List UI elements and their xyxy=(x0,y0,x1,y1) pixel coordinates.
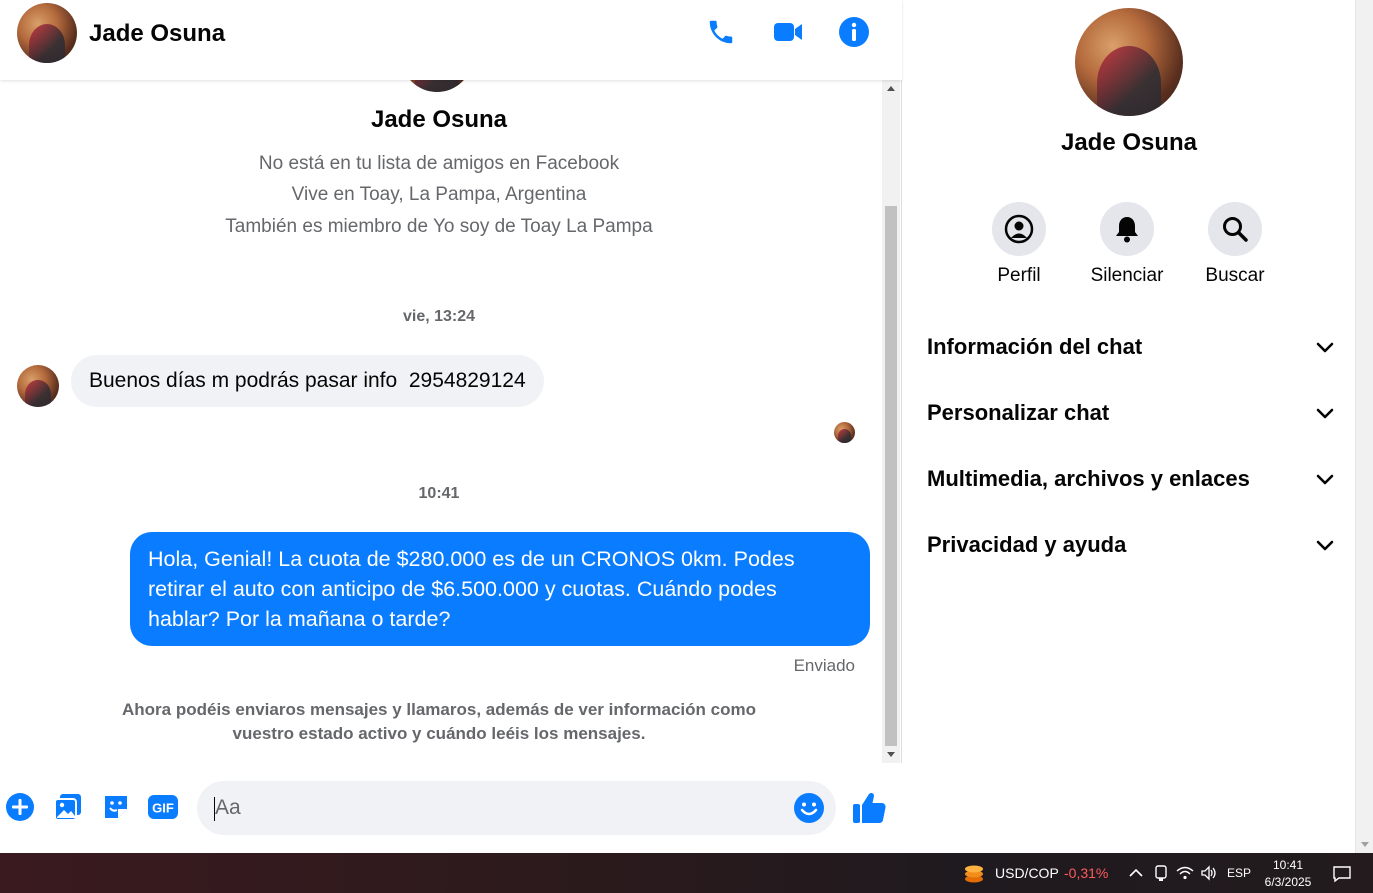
chat-header: Jade Osuna xyxy=(0,0,902,80)
message-input-container[interactable] xyxy=(197,781,836,835)
chevron-down-icon xyxy=(1316,408,1334,419)
message-composer: GIF xyxy=(0,763,902,853)
input-language[interactable]: ESP xyxy=(1227,866,1251,880)
mute-button-circle[interactable] xyxy=(1100,202,1154,256)
profile-button[interactable]: Perfil xyxy=(974,202,1064,287)
more-actions-button[interactable] xyxy=(4,791,36,823)
chevron-down-icon xyxy=(1316,342,1334,353)
search-button[interactable]: Buscar xyxy=(1190,202,1280,287)
message-timestamp: vie, 13:24 xyxy=(402,308,476,325)
section-media-files-links[interactable]: Multimedia, archivos y enlaces xyxy=(915,451,1343,507)
scroll-up-arrow-icon[interactable] xyxy=(887,86,895,91)
scroll-down-arrow-icon[interactable] xyxy=(887,752,895,757)
notification-center-button[interactable] xyxy=(1331,863,1353,885)
phone-icon xyxy=(709,20,733,44)
section-title: Multimedia, archivos y enlaces xyxy=(927,466,1250,491)
window-scrollbar[interactable] xyxy=(1355,0,1373,853)
chevron-down-icon xyxy=(1316,540,1334,551)
message-list-scrollbar[interactable] xyxy=(882,80,900,763)
search-icon xyxy=(1223,217,1248,242)
scroll-down-arrow-icon[interactable] xyxy=(1361,842,1369,847)
section-title: Privacidad y ayuda xyxy=(927,532,1127,557)
scroll-thumb[interactable] xyxy=(885,206,897,746)
chat-column: Jade Osuna Jade Osuna No está en tu list… xyxy=(0,0,902,853)
chevron-down-icon xyxy=(1316,474,1334,485)
video-camera-icon xyxy=(774,23,802,41)
profile-button-label: Perfil xyxy=(997,265,1041,286)
profile-icon xyxy=(1004,214,1034,244)
show-hidden-icons-button[interactable] xyxy=(1126,863,1146,883)
windows-taskbar: USD/COP -0,31% ESP 10:41 6/3/2025 xyxy=(0,853,1373,893)
call-button[interactable] xyxy=(703,14,739,50)
incoming-message[interactable]: Buenos días m podrás pasar info 29548291… xyxy=(71,355,544,407)
panel-contact-name: Jade Osuna xyxy=(1060,129,1198,156)
send-like-button[interactable] xyxy=(850,790,888,826)
svg-text:GIF: GIF xyxy=(152,801,174,816)
volume-button[interactable] xyxy=(1199,863,1219,883)
messenger-window: Jade Osuna Jade Osuna No está en tu list… xyxy=(0,0,1373,893)
profile-location: Vive en Toay, La Pampa, Argentina xyxy=(291,184,587,205)
profile-avatar xyxy=(401,80,473,92)
panel-avatar[interactable] xyxy=(1075,8,1183,116)
connection-notice: Ahora podéis enviaros mensajes y llamaro… xyxy=(122,700,756,743)
speaker-icon xyxy=(1201,865,1216,881)
message-timestamp: 10:41 xyxy=(418,485,460,502)
bell-icon xyxy=(1116,217,1138,243)
search-button-circle[interactable] xyxy=(1208,202,1262,256)
message-list[interactable]: Jade Osuna No está en tu lista de amigos… xyxy=(0,80,882,763)
conversation-info-panel: Jade Osuna Perfil Silenciar Buscar Infor… xyxy=(903,0,1355,853)
sent-status: Enviado xyxy=(793,656,855,675)
message-input[interactable] xyxy=(215,781,785,835)
section-title: Información del chat xyxy=(927,334,1143,359)
seen-indicator-avatar xyxy=(834,422,855,443)
video-call-button[interactable] xyxy=(770,14,806,50)
currency-change[interactable]: -0,31% xyxy=(1064,865,1108,881)
section-privacy-support[interactable]: Privacidad y ayuda xyxy=(915,517,1343,573)
clock-date[interactable]: 6/3/2025 xyxy=(1260,875,1316,889)
gif-button[interactable]: GIF xyxy=(147,791,179,823)
mute-button-label: Silenciar xyxy=(1090,265,1164,286)
device-tray-button[interactable] xyxy=(1151,863,1171,883)
stocks-widget-icon[interactable] xyxy=(962,862,986,884)
device-icon xyxy=(1155,865,1167,881)
contact-name[interactable]: Jade Osuna xyxy=(89,20,225,48)
profile-group-membership: También es miembro de Yo soy de Toay La … xyxy=(225,216,653,237)
chevron-up-icon xyxy=(1129,868,1143,877)
profile-button-circle[interactable] xyxy=(992,202,1046,256)
sticker-button[interactable] xyxy=(100,791,132,823)
sticker-icon xyxy=(105,796,127,818)
emoji-icon xyxy=(794,793,824,823)
thumbs-up-icon xyxy=(853,792,886,823)
section-title: Personalizar chat xyxy=(927,400,1110,425)
notification-icon xyxy=(1333,866,1351,883)
attach-photo-button[interactable] xyxy=(52,791,84,823)
info-icon xyxy=(839,17,869,47)
network-button[interactable] xyxy=(1175,863,1195,883)
section-customize-chat[interactable]: Personalizar chat xyxy=(915,385,1343,441)
emoji-button[interactable] xyxy=(793,792,825,824)
profile-name: Jade Osuna xyxy=(370,106,508,133)
section-chat-info[interactable]: Información del chat xyxy=(915,319,1343,375)
gif-icon: GIF xyxy=(148,795,178,819)
wifi-icon xyxy=(1176,866,1194,880)
outgoing-message[interactable]: Hola, Genial! La cuota de $280.000 es de… xyxy=(130,532,870,646)
conversation-info-button[interactable] xyxy=(836,14,872,50)
sender-avatar[interactable] xyxy=(17,365,59,407)
contact-avatar[interactable] xyxy=(17,3,77,63)
plus-icon xyxy=(6,793,34,821)
profile-friend-status: No está en tu lista de amigos en Faceboo… xyxy=(258,153,620,174)
mute-button[interactable]: Silenciar xyxy=(1082,202,1172,287)
clock-time[interactable]: 10:41 xyxy=(1260,858,1316,872)
photo-icon xyxy=(54,794,81,821)
search-button-label: Buscar xyxy=(1205,265,1265,286)
currency-pair[interactable]: USD/COP xyxy=(995,865,1059,881)
